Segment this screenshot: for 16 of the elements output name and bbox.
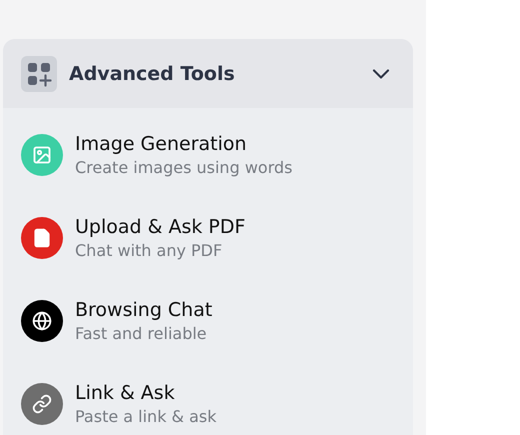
link-icon: [32, 394, 52, 414]
globe-icon: [32, 310, 52, 330]
file-icon: [32, 228, 52, 248]
tool-title[interactable]: Image Generation: [75, 130, 292, 156]
tool-title[interactable]: Link & Ask: [75, 380, 217, 406]
image-icon: [32, 144, 52, 164]
tool-title[interactable]: Browsing Chat: [75, 296, 212, 322]
panel-header[interactable]: Advanced Tools: [3, 39, 413, 108]
tool-description: Fast and reliable: [75, 322, 208, 344]
tool-description: Create images using words: [75, 156, 292, 178]
tool-title[interactable]: Upload & Ask PDF: [75, 214, 246, 240]
tool-description: Paste a link & ask: [75, 406, 217, 428]
apps-icon: [21, 56, 57, 92]
tool-icon[interactable]: [21, 300, 63, 342]
tool-description: Chat with any PDF: [75, 240, 224, 262]
panel-title: Advanced Tools: [69, 62, 236, 84]
